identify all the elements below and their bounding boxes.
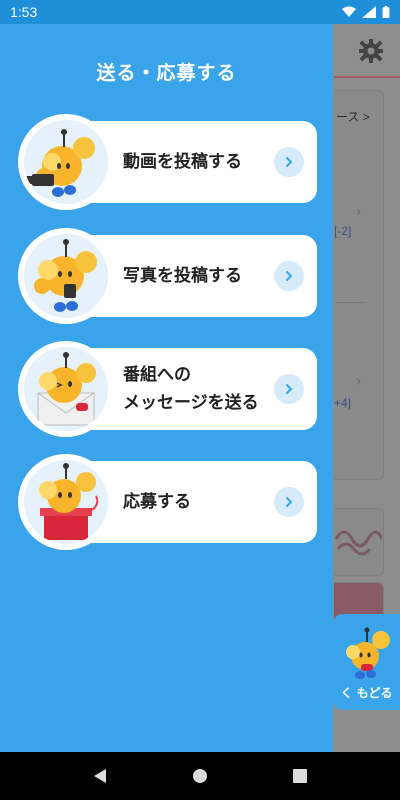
mascot-video-camera-icon xyxy=(26,129,95,197)
back-label: く もどる xyxy=(340,686,393,700)
menu-item-send-message[interactable]: 番組へのメッセージを送る xyxy=(18,341,317,437)
background-divider xyxy=(336,302,366,303)
mascot-camera-icon xyxy=(34,239,97,312)
background-banner xyxy=(334,508,384,576)
mascot-envelope-icon xyxy=(37,352,96,426)
chevron-right-icon[interactable] xyxy=(274,261,304,291)
battery-icon xyxy=(382,6,390,18)
menu-item-post-video[interactable]: 動画を投稿する xyxy=(18,114,317,210)
system-navigation-bar xyxy=(0,752,400,800)
navigation-drawer: 送る・応募する 動画を投稿する 写真を投稿する 番組への メッセージを送る 応募… xyxy=(0,24,333,752)
background-link: +4] xyxy=(334,396,352,410)
drawer-title: 送る・応募する xyxy=(96,62,237,84)
background-panel xyxy=(334,90,384,480)
back-button[interactable]: く もどる xyxy=(333,614,400,710)
menu-item-label: 番組へのメッセージを送る xyxy=(123,348,259,430)
settings-gear-icon xyxy=(358,38,384,64)
status-icons xyxy=(342,6,390,18)
chevron-right-icon[interactable] xyxy=(274,374,304,404)
menu-item-post-photo[interactable]: 写真を投稿する xyxy=(18,228,317,324)
cellular-signal-icon xyxy=(362,6,376,18)
menu-icon-circle xyxy=(18,454,114,550)
background-text: ース > xyxy=(336,110,370,124)
menu-item-label: 写真を投稿する xyxy=(123,266,242,286)
nav-home-icon[interactable] xyxy=(190,766,210,786)
menu-icon-circle xyxy=(18,114,114,210)
menu-item-label: 応募する xyxy=(123,492,191,512)
background-link: [-2] xyxy=(334,224,352,238)
menu-item-apply[interactable]: 応募する xyxy=(18,454,317,550)
menu-icon-circle xyxy=(18,228,114,324)
nav-back-icon[interactable] xyxy=(90,766,110,786)
menu-item-label-line1: 番組への xyxy=(123,365,191,385)
menu-item-label-line2: メッセージを送る xyxy=(123,393,259,413)
mascot-icon xyxy=(346,627,390,679)
chevron-right-icon: › xyxy=(356,204,362,220)
menu-icon-circle xyxy=(18,341,114,437)
chevron-right-icon[interactable] xyxy=(274,487,304,517)
background-divider xyxy=(334,76,400,78)
nav-recents-icon[interactable] xyxy=(290,766,310,786)
background-header xyxy=(334,24,400,79)
status-time: 1:53 xyxy=(10,4,38,20)
mascot-gift-box-icon xyxy=(39,463,99,540)
wifi-icon xyxy=(342,6,356,18)
chevron-right-icon: › xyxy=(356,374,362,390)
menu-item-label: 動画を投稿する xyxy=(123,152,242,172)
chevron-right-icon[interactable] xyxy=(274,147,304,177)
status-bar: 1:53 xyxy=(0,0,400,24)
